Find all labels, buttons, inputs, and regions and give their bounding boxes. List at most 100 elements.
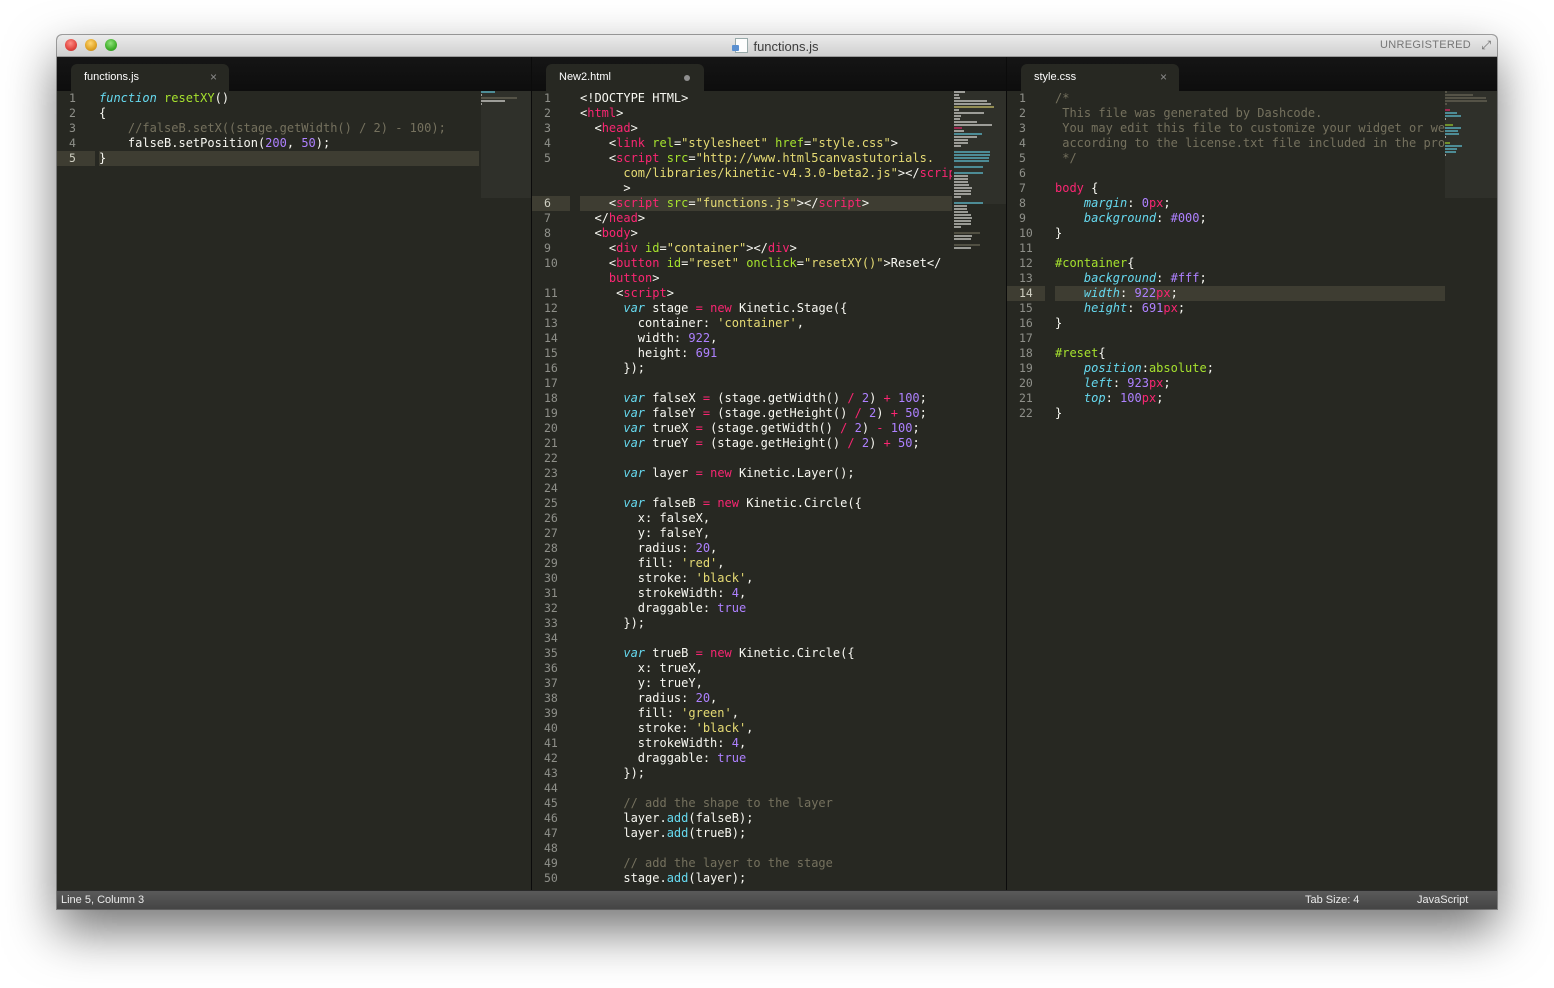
code-line: height: 691px;: [1055, 301, 1445, 316]
code-token: ,: [710, 691, 718, 705]
code-line: height: 691: [580, 346, 952, 361]
code-line: var layer = new Kinetic.Layer();: [580, 466, 952, 481]
code-token: link: [616, 136, 646, 150]
line-number: 26: [544, 511, 558, 525]
line-number: 2: [69, 106, 76, 120]
minimap-line: [954, 205, 967, 207]
line-number: 4: [1019, 136, 1026, 150]
code-token: top: [1083, 391, 1106, 405]
code-token: #000: [1170, 211, 1200, 225]
code-token: <: [580, 226, 602, 240]
code-token: This file was generated by Dashcode.: [1055, 106, 1323, 120]
tab-new2-html[interactable]: New2.html: [546, 64, 704, 91]
editor-pane-functions-js[interactable]: 12345 function resetXY(){ //falseB.setX(…: [57, 91, 531, 890]
minimap-line: [481, 94, 482, 96]
code-token: ,: [796, 316, 804, 330]
minimap-line: [954, 106, 994, 108]
fullscreen-icon[interactable]: ⤢: [1481, 39, 1491, 51]
unsaved-dot-icon[interactable]: [684, 75, 690, 81]
code-token: +: [883, 391, 891, 405]
code-token: px: [1141, 391, 1157, 405]
code-line: >: [580, 181, 952, 196]
line-number: 6: [532, 196, 570, 211]
code-token: ,: [738, 736, 747, 750]
minimap-line: [1445, 91, 1447, 93]
minimap-line: [1445, 103, 1447, 105]
minimap-line: [954, 235, 972, 237]
line-number: 13: [544, 316, 558, 330]
code-area[interactable]: function resetXY(){ //falseB.setX((stage…: [99, 91, 479, 890]
code-token: 691: [695, 346, 718, 360]
line-number: 20: [1019, 376, 1033, 390]
code-token: "http://www.html5canvastutorials.: [695, 151, 935, 165]
minimap-line: [954, 124, 992, 126]
editor-pane-new2-html[interactable]: 1 2 3 4 5 6 7 8 9 10 11 12 13 14 15 16 17 18 19 20 21 22 23 24 2…: [532, 91, 1006, 890]
minimap-line: [954, 160, 989, 162]
minimap[interactable]: [954, 91, 1006, 249]
code-token: 100: [890, 421, 913, 435]
code-token: ;: [912, 421, 920, 435]
minimap-line: [954, 139, 968, 141]
code-line: body {: [1055, 181, 1445, 196]
line-number: [532, 271, 570, 286]
code-token: Kinetic.Circle({: [739, 496, 862, 510]
code-line: background: #000;: [1055, 211, 1445, 226]
code-token: falseB: [645, 496, 703, 510]
minimap[interactable]: [481, 91, 531, 198]
code-token: <: [580, 256, 617, 270]
minimap[interactable]: [1445, 91, 1497, 198]
minimap-line: [954, 121, 977, 123]
minimap-line: [954, 118, 960, 120]
code-token: stroke:: [580, 721, 696, 735]
editor-pane-style-css[interactable]: 1 2 3 4 5 6 7 8 9 10 11 12 13 14 15 16 17 18 19 20 21 22 /* T…: [1007, 91, 1497, 890]
code-line: layer.add(falseB);: [580, 811, 952, 826]
minimap-line: [954, 172, 983, 174]
minimap-line: [1445, 94, 1473, 96]
code-token: margin: [1083, 196, 1128, 210]
code-token: y: falseY,: [580, 526, 711, 540]
code-line: var falseY = (stage.getHeight() / 2) + 5…: [580, 406, 952, 421]
code-token: =: [796, 256, 805, 270]
code-line: background: #fff;: [1055, 271, 1445, 286]
minimap-line: [954, 184, 969, 186]
tab-functions-js[interactable]: functions.js ×: [71, 64, 229, 91]
document-icon: [732, 38, 749, 53]
code-token: #container: [1055, 256, 1128, 270]
code-token: <: [580, 241, 617, 255]
line-number: 5: [544, 151, 551, 165]
close-tab-icon[interactable]: ×: [1160, 64, 1167, 90]
code-area[interactable]: <!DOCTYPE HTML> <html> <head> <link rel="…: [580, 91, 952, 890]
code-token: background: [1083, 271, 1157, 285]
minimap-line: [954, 187, 972, 189]
code-token: ,: [746, 721, 754, 735]
line-number: 30: [544, 571, 558, 585]
code-token: 'green': [681, 706, 732, 720]
syntax-selector[interactable]: JavaScript: [1417, 891, 1468, 909]
minimap-line: [954, 97, 960, 99]
tab-size-selector[interactable]: Tab Size: 4: [1305, 891, 1359, 909]
code-token: }: [99, 151, 107, 165]
code-token: 100: [1120, 391, 1142, 405]
minimap-line: [1445, 112, 1457, 114]
code-token: falseY: [645, 406, 703, 420]
code-token: height: [1083, 301, 1128, 315]
code-line: </head>: [580, 211, 952, 226]
code-line: margin: 0px;: [1055, 196, 1445, 211]
close-tab-icon[interactable]: ×: [210, 64, 217, 90]
code-token: add: [666, 871, 689, 885]
code-line: fill: 'green',: [580, 706, 952, 721]
minimap-line: [954, 157, 989, 159]
minimap-line: [1445, 154, 1446, 156]
code-token: :: [1156, 271, 1171, 285]
code-area[interactable]: /* This file was generated by Dashcode. …: [1055, 91, 1445, 890]
code-line: radius: 20,: [580, 541, 952, 556]
code-line: com/libraries/kinetic-v4.3.0-beta2.js"><…: [580, 166, 952, 181]
code-token: var: [623, 496, 646, 510]
code-token: "stylesheet": [681, 136, 768, 150]
code-token: ;: [1156, 391, 1164, 405]
tab-style-css[interactable]: style.css ×: [1021, 64, 1179, 91]
